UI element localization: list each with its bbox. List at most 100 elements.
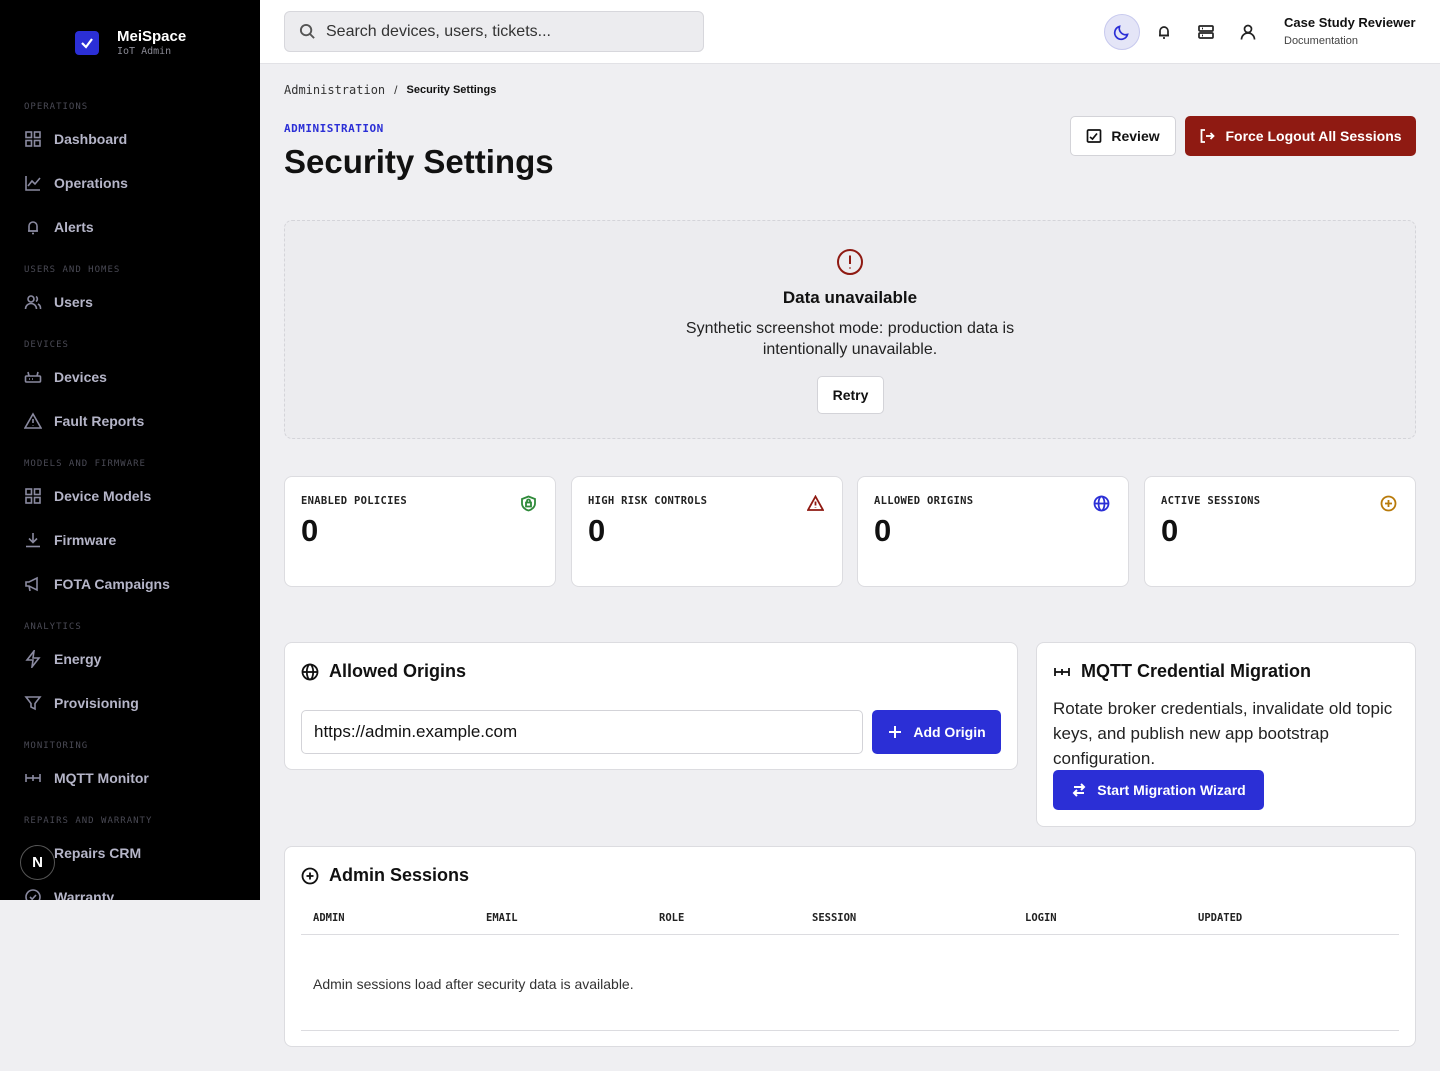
user-role: Documentation [1284,35,1358,47]
router-icon [24,371,42,383]
stat-card-enabled-policies: ENABLED POLICIES 0 [284,476,556,587]
warning-icon [24,412,42,429]
breadcrumb-separator: / [394,83,398,97]
sidebar-item-label: Fault Reports [54,413,145,429]
sidebar-item-label: MQTT Monitor [54,770,149,786]
stat-value: 0 [301,513,319,548]
allowed-origins-title: Allowed Origins [301,661,466,682]
framework-badge[interactable]: N [20,845,55,880]
search-input[interactable] [326,22,686,41]
search-box[interactable] [284,11,704,52]
nav-section-devices: Devices [24,340,69,350]
sidebar-item-label: Dashboard [54,131,128,147]
stat-value: 0 [1161,513,1179,548]
plus-icon [889,726,902,738]
stat-card-active-sessions: ACTIVE SESSIONS 0 [1144,476,1416,587]
user-name: Case Study Reviewer [1284,15,1416,30]
force-logout-button[interactable]: Force Logout All Sessions [1185,116,1416,156]
sidebar-item-alerts[interactable]: Alerts [24,218,94,236]
column-header-login[interactable]: LOGIN [1025,912,1057,924]
breadcrumb-current: Security Settings [406,84,497,96]
sidebar-item-label: FOTA Campaigns [54,576,170,592]
chart-line-icon [25,176,41,191]
origin-input[interactable] [301,710,863,754]
bolt-icon [25,650,41,668]
start-migration-wizard-label: Start Migration Wizard [1097,782,1246,798]
column-header-role[interactable]: ROLE [659,912,684,924]
force-logout-label: Force Logout All Sessions [1225,128,1402,144]
column-header-email[interactable]: EMAIL [486,912,518,924]
breadcrumb-parent[interactable]: Administration [284,83,385,97]
user-info[interactable]: Case Study Reviewer Documentation [1284,15,1416,47]
retry-button[interactable]: Retry [817,376,884,414]
allowed-origins-card: Allowed Origins Add Origin [284,642,1018,770]
mqtt-migration-title: MQTT Credential Migration [1053,661,1311,682]
stat-label: HIGH RISK CONTROLS [588,495,708,507]
warning-icon [806,494,825,512]
sidebar-item-label: Warranty [54,889,115,900]
download-icon [26,533,40,548]
stat-card-allowed-origins: ALLOWED ORIGINS 0 [857,476,1129,587]
stat-value: 0 [874,513,892,548]
stat-label: ACTIVE SESSIONS [1161,495,1261,507]
sidebar-item-firmware[interactable]: Firmware [24,531,116,549]
sidebar-item-device-models[interactable]: Device Models [24,487,151,505]
nav-section-operations: Operations [24,102,89,112]
plus-circle-icon [1380,495,1397,512]
sidebar-item-devices[interactable]: Devices [24,368,107,386]
theme-toggle-button[interactable] [1104,14,1140,50]
user-icon [1240,24,1256,40]
server-button[interactable] [1188,14,1224,50]
plus-circle-icon [301,867,319,884]
server-icon [1198,25,1214,39]
brand-name: MeiSpace [117,28,187,45]
network-icon [1054,667,1070,676]
mqtt-migration-card: MQTT Credential Migration Rotate broker … [1036,642,1416,827]
globe-icon [301,663,319,680]
sidebar-item-users[interactable]: Users [24,293,93,311]
nav-section-repairs: Repairs and Warranty [24,816,153,826]
column-header-session[interactable]: SESSION [812,912,856,924]
nav-section-monitoring: Monitoring [24,741,89,751]
shield-icon [520,495,537,512]
account-button[interactable] [1230,14,1266,50]
sidebar-item-label: Device Models [54,488,152,504]
megaphone-icon [25,576,38,592]
sidebar-item-label: Provisioning [54,695,139,711]
network-icon [25,774,41,782]
sidebar-item-energy[interactable]: Energy [24,650,101,668]
sidebar: MeiSpace IoT Admin Operations Dashboard … [0,0,260,900]
stat-label: ENABLED POLICIES [301,495,407,507]
sidebar-item-provisioning[interactable]: Provisioning [24,694,139,712]
sidebar-item-fota-campaigns[interactable]: FOTA Campaigns [24,575,170,593]
unavailable-title: Data unavailable [782,288,918,307]
sidebar-item-warranty[interactable]: Warranty [24,888,114,900]
page-eyebrow: ADMINISTRATION [284,122,384,135]
search-icon [299,23,315,39]
sidebar-item-mqtt-monitor[interactable]: MQTT Monitor [24,769,149,787]
grid-icon [25,488,41,504]
topbar: Case Study Reviewer Documentation [260,0,1440,64]
review-button[interactable]: Review [1070,116,1176,156]
column-header-updated[interactable]: UPDATED [1198,912,1242,924]
table-divider [301,1030,1399,1031]
sidebar-item-label: Repairs CRM [54,845,142,861]
add-origin-button[interactable]: Add Origin [872,710,1001,754]
filter-icon [24,696,42,711]
alert-circle-icon [836,248,864,276]
page-title: Security Settings [284,143,554,180]
brand[interactable]: MeiSpace IoT Admin [75,28,186,57]
grid-icon [25,131,41,147]
table-header: ADMIN EMAIL ROLE SESSION LOGIN UPDATED [301,904,1399,935]
sidebar-item-operations[interactable]: Operations [24,174,128,192]
start-migration-wizard-button[interactable]: Start Migration Wizard [1053,770,1264,810]
mqtt-migration-description: Rotate broker credentials, invalidate ol… [1053,699,1393,768]
stat-card-high-risk-controls: HIGH RISK CONTROLS 0 [571,476,843,587]
sidebar-item-dashboard[interactable]: Dashboard [24,130,127,148]
notifications-button[interactable] [1146,14,1182,50]
brand-sub: IoT Admin [117,46,172,57]
column-header-admin[interactable]: ADMIN [313,912,345,924]
brand-logo-icon [75,30,99,55]
sidebar-item-fault-reports[interactable]: Fault Reports [24,412,144,430]
check-circle-icon [25,889,41,900]
